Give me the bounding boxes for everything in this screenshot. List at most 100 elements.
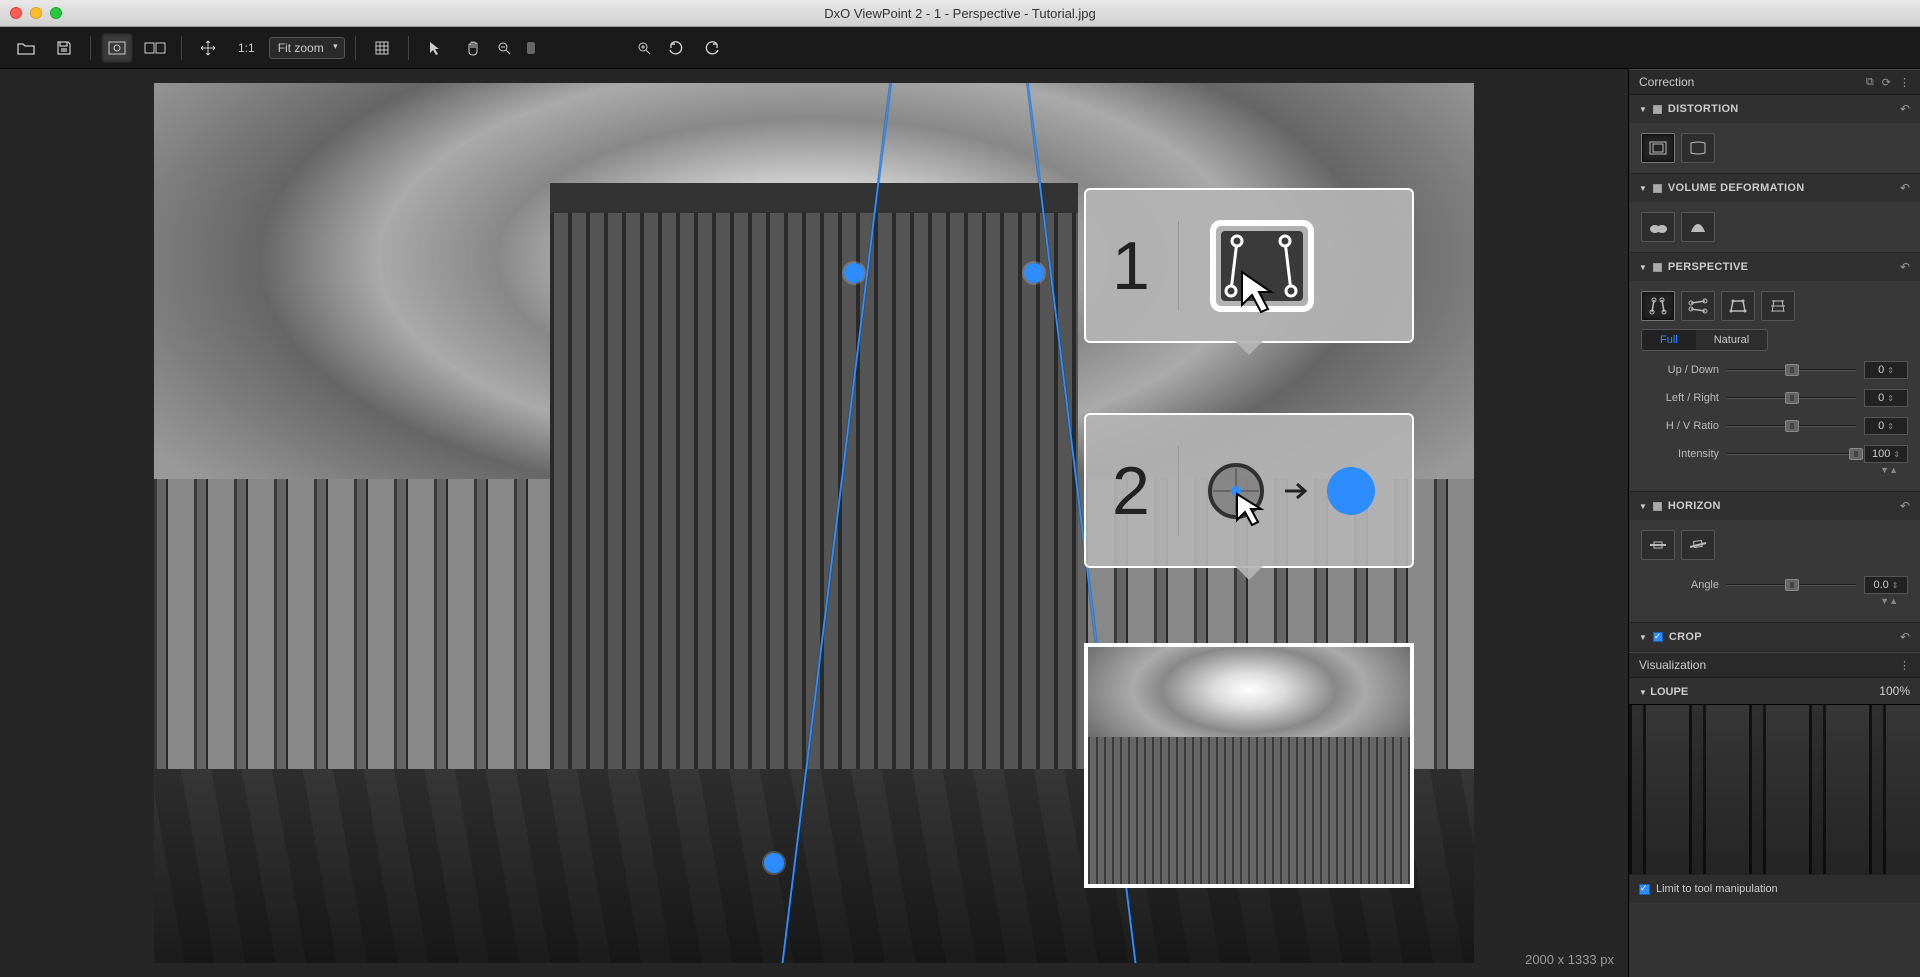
section-enable-checkbox[interactable] — [1653, 105, 1662, 114]
hvratio-value[interactable]: 0 — [1864, 417, 1908, 435]
side-panel: Correction ⧉ ⟳ ⋮ ▼ DISTORTION ↶ — [1628, 69, 1920, 977]
slider-label: Angle — [1641, 579, 1719, 591]
panel-title: Visualization — [1639, 658, 1706, 672]
undo-button[interactable] — [659, 33, 691, 63]
perspective-header[interactable]: ▼ PERSPECTIVE ↶ — [1629, 253, 1920, 281]
perspective-handle[interactable] — [844, 263, 864, 283]
perspective-rectangle-button[interactable] — [1721, 291, 1755, 321]
chevron-down-icon: ▼ — [1639, 502, 1647, 511]
expand-icon[interactable]: ▼▲ — [1641, 594, 1908, 612]
reset-icon[interactable]: ↶ — [1900, 260, 1910, 274]
slider-label: H / V Ratio — [1641, 420, 1719, 432]
chevron-down-icon: ▼ — [1639, 688, 1647, 697]
compare-view-button[interactable] — [139, 33, 171, 63]
section-enable-checkbox[interactable] — [1653, 632, 1663, 642]
loupe-preview[interactable] — [1629, 704, 1920, 874]
window-titlebar: DxO ViewPoint 2 - 1 - Perspective - Tuto… — [0, 0, 1920, 27]
visualization-panel-header: Visualization ⋮ — [1629, 652, 1920, 678]
tutorial-step-1: 1 — [1084, 188, 1414, 343]
popout-icon[interactable]: ⧉ — [1866, 76, 1874, 89]
perspective-handle[interactable] — [1024, 263, 1044, 283]
tutorial-step-2: 2 — [1084, 413, 1414, 568]
redo-button[interactable] — [697, 33, 729, 63]
zoom-in-icon[interactable] — [635, 33, 653, 63]
distortion-section: ▼ DISTORTION ↶ — [1629, 95, 1920, 174]
zoom-1-1-button[interactable]: 1:1 — [230, 33, 263, 63]
section-title: LOUPE — [1650, 686, 1688, 698]
limit-checkbox-row[interactable]: Limit to tool manipulation — [1629, 874, 1920, 903]
correction-panel-header: Correction ⧉ ⟳ ⋮ — [1629, 69, 1920, 95]
section-enable-checkbox[interactable] — [1653, 502, 1662, 511]
crop-header[interactable]: ▼ CROP ↶ — [1629, 623, 1920, 651]
perspective-mode-tabs: Full Natural — [1641, 329, 1768, 351]
perspective-tool-icon — [1207, 217, 1317, 315]
section-enable-checkbox[interactable] — [1653, 263, 1662, 272]
zoom-slider[interactable] — [519, 45, 629, 51]
perspective-handle[interactable] — [764, 853, 784, 873]
refresh-icon[interactable]: ⟳ — [1882, 76, 1891, 89]
reset-icon[interactable]: ↶ — [1900, 499, 1910, 513]
target-handle-icon — [1207, 462, 1265, 520]
volume-mode-1-button[interactable] — [1641, 212, 1675, 242]
leftright-slider[interactable] — [1727, 391, 1856, 405]
loupe-zoom-label[interactable]: 100% — [1879, 684, 1910, 698]
hvratio-slider[interactable] — [1727, 419, 1856, 433]
reset-icon[interactable]: ↶ — [1900, 630, 1910, 644]
save-button[interactable] — [48, 33, 80, 63]
volume-header[interactable]: ▼ VOLUME DEFORMATION ↶ — [1629, 174, 1920, 202]
slider-label: Intensity — [1641, 448, 1719, 460]
slider-label: Left / Right — [1641, 392, 1719, 404]
arrow-right-icon — [1283, 481, 1309, 501]
reset-icon[interactable]: ↶ — [1900, 181, 1910, 195]
pointer-tool-button[interactable] — [419, 33, 451, 63]
distortion-mode-2-button[interactable] — [1681, 133, 1715, 163]
volume-mode-2-button[interactable] — [1681, 212, 1715, 242]
chevron-down-icon: ▼ — [1639, 105, 1647, 114]
perspective-horizontal-button[interactable] — [1681, 291, 1715, 321]
tab-natural[interactable]: Natural — [1696, 330, 1767, 350]
open-file-button[interactable] — [10, 33, 42, 63]
horizon-mode-1-button[interactable] — [1641, 530, 1675, 560]
window-title: DxO ViewPoint 2 - 1 - Perspective - Tuto… — [0, 6, 1920, 21]
horizon-header[interactable]: ▼ HORIZON ↶ — [1629, 492, 1920, 520]
checkbox-icon[interactable] — [1639, 884, 1650, 895]
intensity-value[interactable]: 100 — [1864, 445, 1908, 463]
blue-handle-icon — [1327, 467, 1375, 515]
crop-section: ▼ CROP ↶ — [1629, 623, 1920, 652]
chevron-down-icon: ▼ — [1639, 184, 1647, 193]
reset-icon[interactable]: ↶ — [1900, 102, 1910, 116]
slider-label: Up / Down — [1641, 364, 1719, 376]
tab-full[interactable]: Full — [1642, 330, 1696, 350]
move-tool-button[interactable] — [192, 33, 224, 63]
grid-button[interactable] — [366, 33, 398, 63]
hand-tool-button[interactable] — [457, 33, 489, 63]
image-viewport[interactable]: 1 2 — [154, 83, 1474, 963]
zoom-out-icon[interactable] — [495, 33, 513, 63]
menu-icon[interactable]: ⋮ — [1899, 659, 1910, 672]
main-toolbar: 1:1 Fit zoom — [0, 27, 1920, 69]
leftright-value[interactable]: 0 — [1864, 389, 1908, 407]
loupe-header[interactable]: ▼ LOUPE 100% — [1629, 678, 1920, 704]
horizon-mode-2-button[interactable] — [1681, 530, 1715, 560]
tutorial-step-number: 2 — [1112, 452, 1150, 530]
updown-slider[interactable] — [1727, 363, 1856, 377]
menu-icon[interactable]: ⋮ — [1899, 76, 1910, 89]
perspective-8point-button[interactable] — [1761, 291, 1795, 321]
single-view-button[interactable] — [101, 33, 133, 63]
expand-icon[interactable]: ▼▲ — [1641, 463, 1908, 481]
horizon-section: ▼ HORIZON ↶ Angle 0.0 — [1629, 492, 1920, 623]
angle-value[interactable]: 0.0 — [1864, 576, 1908, 594]
zoom-select[interactable]: Fit zoom — [269, 37, 345, 59]
updown-value[interactable]: 0 — [1864, 361, 1908, 379]
limit-label: Limit to tool manipulation — [1656, 883, 1778, 895]
section-enable-checkbox[interactable] — [1653, 184, 1662, 193]
angle-slider[interactable] — [1727, 578, 1856, 592]
intensity-slider[interactable] — [1727, 447, 1856, 461]
section-title: PERSPECTIVE — [1668, 261, 1748, 273]
canvas-area[interactable]: 1 2 — [0, 69, 1628, 977]
result-preview — [1084, 643, 1414, 888]
perspective-vertical-button[interactable] — [1641, 291, 1675, 321]
distortion-mode-1-button[interactable] — [1641, 133, 1675, 163]
distortion-header[interactable]: ▼ DISTORTION ↶ — [1629, 95, 1920, 123]
section-title: HORIZON — [1668, 500, 1721, 512]
